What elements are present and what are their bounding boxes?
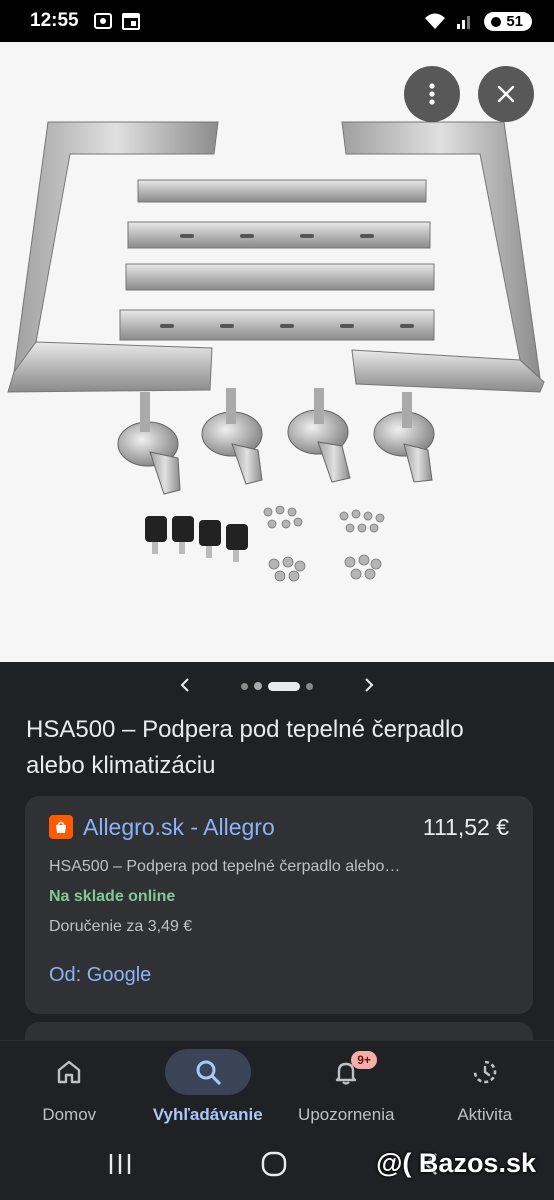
carousel-dot-active[interactable] — [268, 681, 300, 691]
carousel-dot[interactable] — [306, 682, 313, 690]
product-image-viewer[interactable] — [0, 42, 554, 662]
offer-description: HSA500 – Podpera pod tepelné čerpadlo al… — [49, 858, 401, 875]
chevron-right-icon — [365, 678, 374, 692]
nav-label: Aktivita — [457, 1105, 513, 1124]
offer-card-header: Allegro.sk - Allegro 111,52 € — [49, 810, 509, 844]
status-bar: 12:55 51 — [0, 0, 554, 42]
nav-search-icon-wrap — [164, 1049, 251, 1095]
signal-icon — [457, 16, 471, 29]
status-right: 51 — [424, 11, 532, 31]
nav-activity[interactable]: Aktivita — [416, 1041, 554, 1132]
carousel-dots — [241, 681, 313, 691]
recent-apps-icon[interactable] — [106, 1150, 134, 1178]
carousel-nav — [0, 662, 554, 710]
bottom-nav: Domov Vyhľadávanie 9+ Upozornenia Aktivi… — [0, 1040, 554, 1132]
next-image-button[interactable] — [349, 673, 389, 699]
offer-price: 111,52 € — [422, 813, 509, 840]
nav-home[interactable]: Domov — [0, 1041, 139, 1132]
close-icon — [497, 85, 515, 103]
nav-label: Domov — [42, 1105, 97, 1124]
previous-image-button[interactable] — [165, 673, 205, 699]
chevron-left-icon — [180, 678, 189, 692]
nav-label: Upozornenia — [298, 1105, 395, 1124]
calendar-icon — [121, 13, 140, 30]
more-options-button[interactable] — [404, 66, 460, 122]
search-icon — [196, 1060, 221, 1085]
product-image — [7, 121, 545, 582]
carousel-dot[interactable] — [241, 682, 248, 690]
nav-label: Vyhľadávanie — [152, 1105, 263, 1124]
delivery-info: Doručenie za 3,49 € — [49, 918, 193, 935]
activity-icon — [473, 1060, 497, 1084]
more-vert-icon — [429, 83, 435, 105]
wifi-icon — [425, 13, 446, 29]
carousel-dot[interactable] — [254, 682, 262, 690]
screenshot-icon — [93, 13, 112, 29]
source-link[interactable]: Od: Google — [49, 964, 509, 987]
allegro-favicon-icon — [49, 815, 73, 839]
merchant-link[interactable]: Allegro.sk - Allegro — [83, 814, 275, 841]
nav-search[interactable]: Vyhľadávanie — [139, 1041, 278, 1132]
close-button[interactable] — [478, 66, 534, 122]
home-button-icon[interactable] — [260, 1150, 288, 1178]
product-title: HSA500 – Podpera pod tepelné čerpadlo al… — [26, 716, 464, 779]
battery-indicator: 51 — [484, 11, 532, 31]
notification-badge: 9+ — [351, 1051, 377, 1069]
status-time: 12:55 — [30, 10, 79, 31]
status-notification-icons — [93, 11, 141, 31]
stock-status: Na sklade online — [49, 888, 176, 905]
offer-card[interactable]: Allegro.sk - Allegro 111,52 € HSA500 – P… — [25, 796, 533, 1014]
nav-activity-icon-wrap — [442, 1049, 528, 1095]
home-icon — [58, 1060, 81, 1084]
nav-notifications-icon-wrap: 9+ — [303, 1049, 389, 1095]
watermark: @( Bazos.sk — [376, 1148, 536, 1178]
nav-notifications[interactable]: 9+ Upozornenia — [277, 1041, 416, 1132]
nav-home-icon-wrap — [26, 1049, 112, 1095]
